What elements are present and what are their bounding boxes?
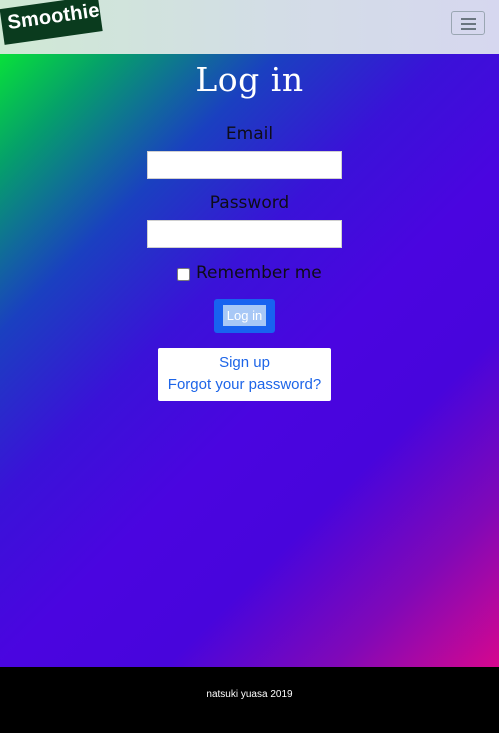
- hamburger-icon-line-middle: [461, 23, 476, 25]
- hamburger-icon-line-bottom: [461, 28, 476, 30]
- forgot-password-link[interactable]: Forgot your password?: [158, 376, 331, 393]
- auth-links-box: Sign up Forgot your password?: [158, 348, 331, 401]
- navbar-toggle-button[interactable]: [451, 11, 485, 35]
- hamburger-icon-line-top: [461, 18, 476, 20]
- page-title: Log in: [195, 60, 304, 99]
- footer: natsuki yuasa 2019: [0, 667, 499, 733]
- password-field[interactable]: [147, 220, 342, 248]
- sign-up-link[interactable]: Sign up: [158, 354, 331, 371]
- email-field[interactable]: [147, 151, 342, 179]
- remember-me-label[interactable]: Remember me: [196, 263, 322, 283]
- login-button[interactable]: Log in: [214, 299, 275, 333]
- footer-credit: natsuki yuasa 2019: [206, 689, 293, 700]
- login-button-label: Log in: [223, 305, 266, 326]
- navbar: Smoothie: [0, 0, 499, 54]
- page: Smoothie Log in Email Password Remember …: [0, 0, 499, 733]
- email-label: Email: [225, 124, 274, 144]
- remember-me-checkbox[interactable]: [177, 268, 190, 281]
- password-label: Password: [209, 193, 290, 213]
- brand-logo[interactable]: Smoothie: [0, 0, 104, 46]
